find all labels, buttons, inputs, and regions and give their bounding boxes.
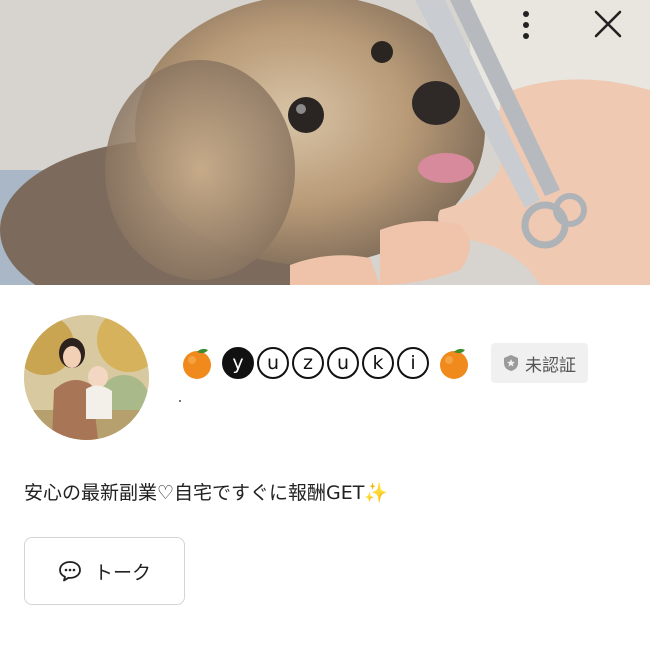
profile-name: y u z u k i [222, 347, 429, 379]
profile-avatar[interactable] [24, 315, 149, 440]
divider-dot [179, 400, 181, 402]
close-button[interactable] [594, 10, 634, 50]
close-icon [594, 10, 622, 38]
verification-label: 未認証 [525, 355, 576, 376]
name-letter: k [362, 347, 394, 379]
mother-and-baby-photo [24, 315, 149, 440]
orange-icon [183, 348, 211, 379]
name-letter: u [327, 347, 359, 379]
chat-bubble-icon [59, 561, 81, 582]
shield-star-icon [504, 355, 518, 371]
name-letter: u [257, 347, 289, 379]
name-letter: y [222, 347, 254, 379]
status-message: 安心の最新副業♡自宅ですぐに報酬GET✨ [24, 482, 389, 504]
talk-button[interactable]: トーク [24, 537, 185, 605]
profile-name-row: y u z u k i 未認証 [180, 343, 588, 383]
more-options-button[interactable] [522, 10, 562, 50]
talk-button-label: トーク [93, 561, 151, 584]
cover-photo [0, 0, 650, 285]
verification-badge[interactable]: 未認証 [491, 343, 588, 383]
name-letter: z [292, 347, 324, 379]
name-letter: i [397, 347, 429, 379]
vertical-dots-icon [523, 11, 529, 39]
orange-icon [440, 348, 468, 379]
profile-page: y u z u k i 未認証 安心の最新副業♡自宅ですぐに報酬GET✨ トーク [0, 0, 650, 646]
